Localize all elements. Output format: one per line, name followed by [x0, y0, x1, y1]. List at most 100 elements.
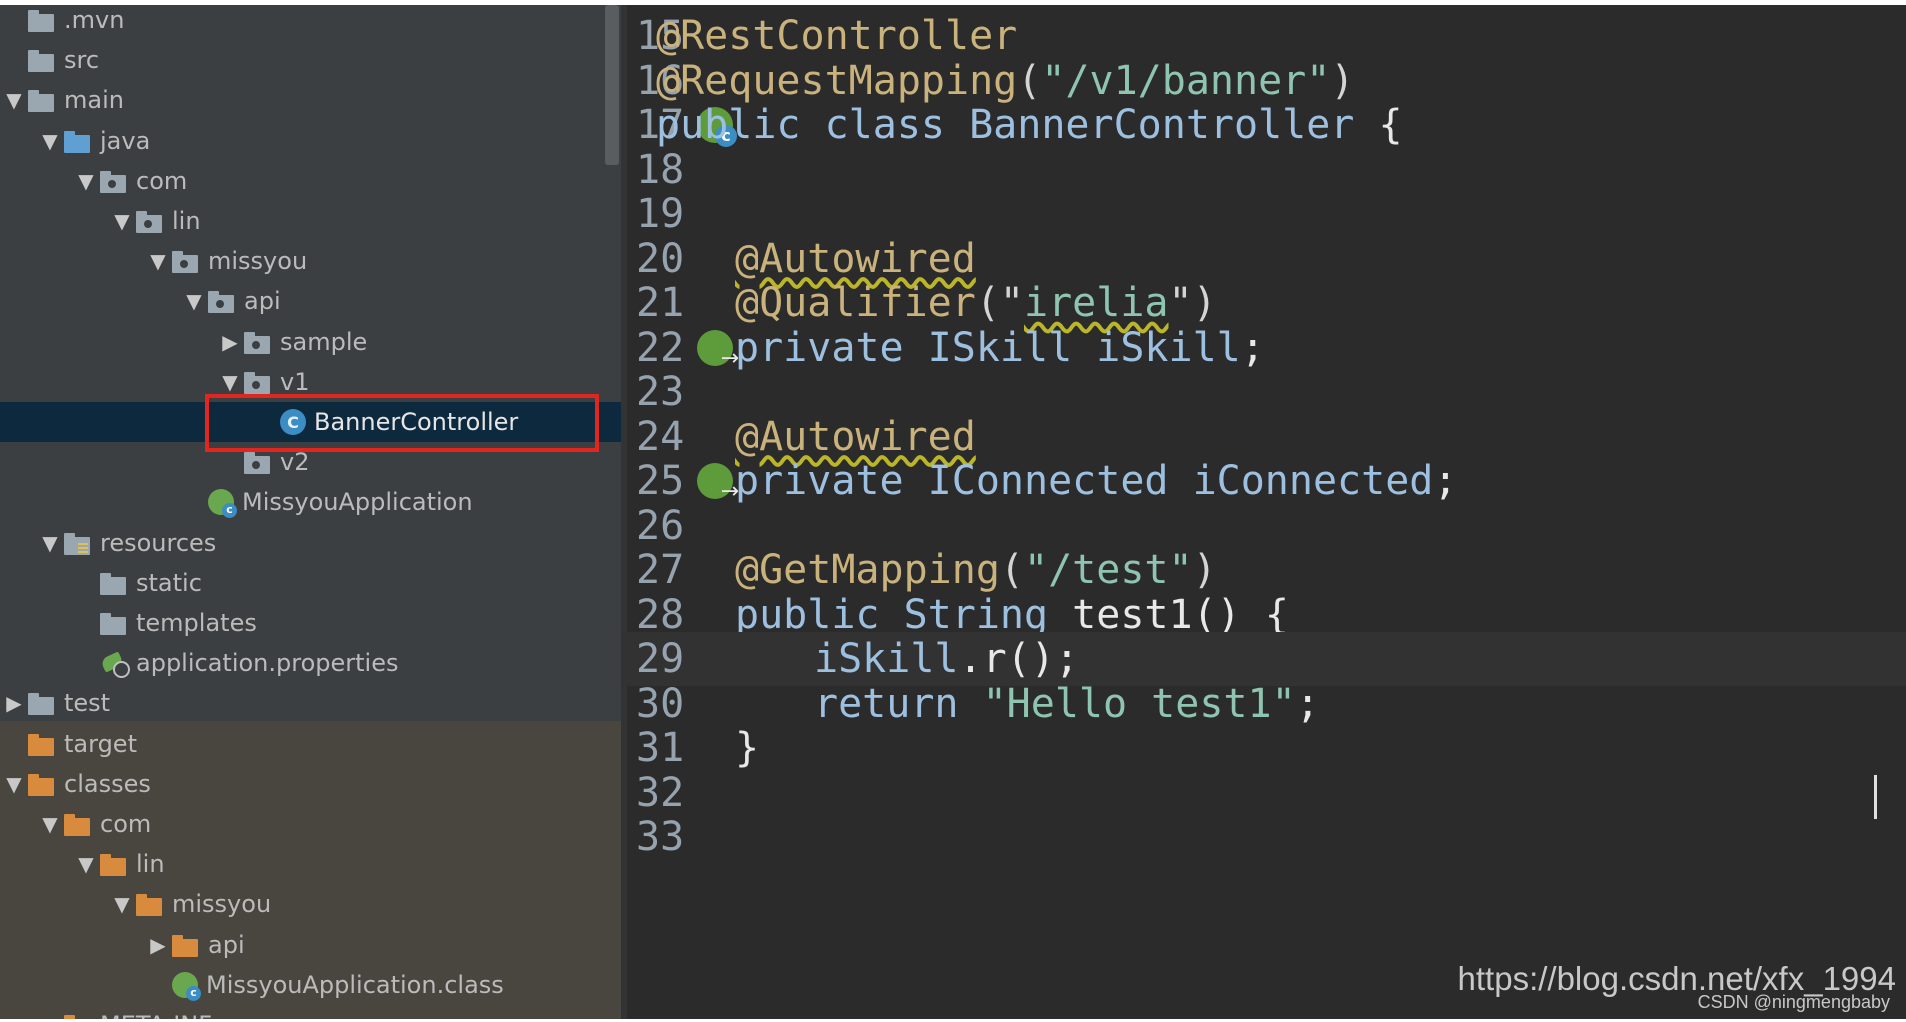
tree-item-label: missyou	[208, 247, 308, 276]
code-token: return	[814, 680, 983, 727]
package-icon	[208, 289, 236, 314]
tree-item-label: classes	[64, 769, 151, 798]
tree-item-label: templates	[136, 609, 257, 637]
tree-scrollbar[interactable]	[605, 5, 619, 165]
output-folder-icon	[64, 1013, 92, 1019]
code-token: private	[735, 458, 928, 504]
code-token: test1	[1072, 591, 1193, 638]
tree-item-api[interactable]: ▼ api	[0, 281, 621, 321]
code-token: public	[656, 102, 825, 148]
tree-item-test[interactable]: ▶ test	[0, 683, 621, 723]
tree-item-label: lin	[136, 850, 165, 879]
expand-arrow-icon[interactable]: ▼	[180, 289, 208, 313]
tree-item-label: MissyouApplication.class	[206, 970, 504, 999]
expand-arrow-icon[interactable]: ▼	[36, 129, 64, 153]
code-token: ISkill	[927, 324, 1097, 371]
collapse-arrow-icon[interactable]: ▶	[0, 691, 28, 715]
code-token: .r();	[958, 636, 1079, 682]
package-icon	[244, 330, 272, 354]
tree-item-sample[interactable]: ▶ sample	[0, 322, 621, 362]
project-tree-panel[interactable]: .mvn src ▼ main ▼ java ▼ com ▼ lin ▼ missyou ▼ api ▶ sa…	[0, 5, 621, 1019]
expand-arrow-icon[interactable]: ▼	[144, 249, 172, 273]
output-folder-icon	[64, 812, 92, 836]
tree-item-label: test	[64, 689, 111, 718]
tree-item-com[interactable]: ▼ com	[0, 161, 621, 201]
expand-arrow-icon[interactable]: ▼	[72, 852, 100, 876]
watermark-credit: CSDN @ningmengbaby	[1697, 992, 1890, 1012]
tree-item-classes[interactable]: ▼ classes	[0, 764, 621, 804]
code-token: "/v1/banner"	[1041, 57, 1331, 104]
code-token: iSkill	[1096, 324, 1241, 371]
code-token: (	[1017, 57, 1042, 104]
tree-item-missyouapplication-class[interactable]: MissyouApplication.class	[0, 965, 621, 1005]
expand-arrow-icon[interactable]: ▼	[108, 209, 136, 233]
tree-item--mvn[interactable]: .mvn	[0, 5, 621, 40]
tree-item-missyou[interactable]: ▼ missyou	[0, 884, 621, 924]
code-token: BannerController	[969, 102, 1379, 148]
tree-item-api[interactable]: ▶ api	[0, 925, 621, 965]
tree-item-label: api	[208, 930, 245, 959]
code-token: @RequestMapping	[656, 57, 1018, 104]
spring-injection-icon[interactable]	[697, 463, 739, 503]
expand-arrow-icon[interactable]: ▼	[36, 812, 64, 836]
expand-arrow-icon[interactable]: ▼	[216, 370, 244, 394]
tree-item-missyouapplication[interactable]: MissyouApplication	[0, 482, 621, 522]
folder-icon	[28, 8, 56, 32]
tree-item-label: META-INF	[100, 1011, 212, 1019]
code-token: @Qualifier	[735, 280, 976, 326]
tree-item-application-properties[interactable]: application.properties	[0, 643, 621, 683]
expand-arrow-icon[interactable]: ▼	[0, 88, 28, 112]
spring-app-icon	[172, 971, 201, 1001]
tree-item-label: sample	[280, 327, 368, 356]
tree-item-label: v2	[280, 448, 310, 477]
tree-item-label: MissyouApplication	[242, 488, 473, 517]
code-token: ;	[1433, 458, 1458, 504]
collapse-arrow-icon[interactable]: ▶	[144, 933, 172, 957]
package-icon	[244, 370, 272, 394]
tree-item-src[interactable]: src	[0, 40, 621, 80]
tree-item-main[interactable]: ▼ main	[0, 80, 621, 120]
expand-arrow-icon[interactable]: ▼	[72, 169, 100, 193]
code-line[interactable]: 33	[621, 810, 1906, 864]
line-number: 33	[636, 814, 685, 860]
tree-item-templates[interactable]: templates	[0, 603, 621, 643]
expand-arrow-icon[interactable]: ▼	[108, 892, 136, 916]
tree-item-static[interactable]: static	[0, 563, 621, 603]
source-folder-icon	[64, 129, 92, 153]
folder-icon	[100, 571, 128, 595]
output-folder-icon	[28, 772, 56, 796]
code-token: IConnected	[927, 458, 1193, 504]
tree-item-lin[interactable]: ▼ lin	[0, 201, 621, 241]
code-token: private	[735, 324, 928, 371]
code-token: "/test"	[1024, 547, 1193, 593]
ide-screenshot: .mvn src ▼ main ▼ java ▼ com ▼ lin ▼ missyou ▼ api ▶ sa…	[0, 0, 1906, 1022]
tree-item-target[interactable]: target	[0, 724, 621, 764]
package-icon	[100, 169, 128, 193]
tree-item-resources[interactable]: ▼ resources	[0, 523, 621, 563]
output-folder-icon	[172, 933, 200, 957]
tree-item-java[interactable]: ▼ java	[0, 121, 621, 161]
tree-item-meta-inf[interactable]: ▶ META-INF	[0, 1005, 621, 1019]
code-token: ("	[975, 280, 1024, 326]
tree-item-lin[interactable]: ▼ lin	[0, 844, 621, 884]
collapse-arrow-icon[interactable]: ▶	[36, 1013, 64, 1019]
tree-item-label: target	[64, 729, 137, 758]
code-token: () {	[1192, 591, 1289, 638]
tree-item-label: static	[136, 568, 202, 597]
text-caret	[1874, 775, 1877, 819]
tree-item-missyou[interactable]: ▼ missyou	[0, 241, 621, 281]
tree-item-label: com	[100, 810, 152, 838]
code-editor[interactable]: 15 @RestController 16 @RequestMapping("/v1/…	[621, 5, 1906, 1019]
collapse-arrow-icon[interactable]: ▶	[216, 330, 244, 354]
spring-injection-icon[interactable]	[697, 329, 739, 370]
tree-item-label: main	[64, 86, 124, 115]
code-token: )	[1192, 547, 1217, 593]
selection-highlight-box	[205, 394, 599, 452]
tree-item-label: java	[100, 126, 151, 155]
tree-item-com[interactable]: ▼ com	[0, 804, 621, 844]
expand-arrow-icon[interactable]: ▼	[36, 531, 64, 555]
tree-item-label: lin	[172, 207, 201, 235]
package-icon	[136, 209, 164, 233]
output-folder-icon	[100, 852, 128, 877]
expand-arrow-icon[interactable]: ▼	[0, 772, 28, 796]
